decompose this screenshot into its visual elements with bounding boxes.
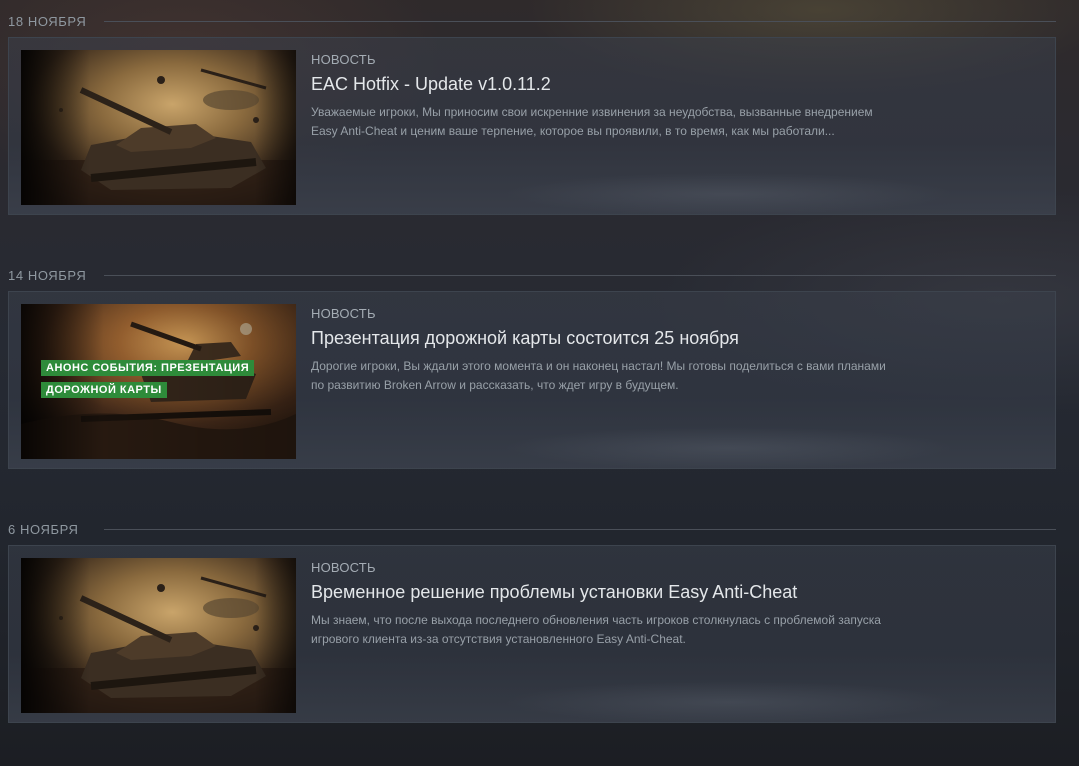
news-text: НОВОСТЬ EAC Hotfix - Update v1.0.11.2 Ув…	[311, 52, 911, 141]
news-thumbnail[interactable]	[21, 558, 296, 713]
news-title[interactable]: Временное решение проблемы установки Eas…	[311, 581, 911, 603]
news-tag: НОВОСТЬ	[311, 306, 376, 321]
date-label: 14 НОЯБРЯ	[8, 268, 87, 283]
date-label: 6 НОЯБРЯ	[8, 522, 79, 537]
news-group-nov-6: 6 НОЯБРЯ НОВОСТЬ Временное решение пробл…	[8, 522, 1056, 723]
news-group-nov-18: 18 НОЯБРЯ НОВОСТЬ EAC Hotfix - Update v1…	[8, 14, 1056, 215]
thumbnail-badge: АНОНС СОБЫТИЯ: ПРЕЗЕНТАЦИЯ	[41, 360, 255, 376]
news-text: НОВОСТЬ Презентация дорожной карты состо…	[311, 306, 911, 395]
news-tag: НОВОСТЬ	[311, 52, 376, 67]
date-header: 6 НОЯБРЯ	[8, 522, 1056, 542]
news-text: НОВОСТЬ Временное решение проблемы устан…	[311, 560, 911, 649]
news-group-nov-14: 14 НОЯБРЯ АНОНС СОБЫТИЯ: ПРЕЗЕНТАЦИЯ ДОР…	[8, 268, 1056, 469]
news-title[interactable]: Презентация дорожной карты состоится 25 …	[311, 327, 911, 349]
news-thumbnail[interactable]	[21, 50, 296, 205]
news-description: Дорогие игроки, Вы ждали этого момента и…	[311, 359, 886, 392]
date-divider	[104, 21, 1056, 22]
news-card[interactable]: АНОНС СОБЫТИЯ: ПРЕЗЕНТАЦИЯ ДОРОЖНОЙ КАРТ…	[8, 291, 1056, 469]
tank-artwork-image	[21, 50, 296, 205]
date-divider	[104, 275, 1056, 276]
date-header: 18 НОЯБРЯ	[8, 14, 1056, 34]
news-card[interactable]: НОВОСТЬ Временное решение проблемы устан…	[8, 545, 1056, 723]
date-header: 14 НОЯБРЯ	[8, 268, 1056, 288]
news-thumbnail[interactable]: АНОНС СОБЫТИЯ: ПРЕЗЕНТАЦИЯ ДОРОЖНОЙ КАРТ…	[21, 304, 296, 459]
thumbnail-badge: ДОРОЖНОЙ КАРТЫ	[41, 382, 167, 398]
date-label: 18 НОЯБРЯ	[8, 14, 87, 29]
date-divider	[104, 529, 1056, 530]
news-title[interactable]: EAC Hotfix - Update v1.0.11.2	[311, 73, 911, 95]
news-tag: НОВОСТЬ	[311, 560, 376, 575]
news-description: Уважаемые игроки, Мы приносим свои искре…	[311, 105, 873, 138]
news-card[interactable]: НОВОСТЬ EAC Hotfix - Update v1.0.11.2 Ув…	[8, 37, 1056, 215]
news-description: Мы знаем, что после выхода последнего об…	[311, 613, 881, 646]
tank-artwork-image	[21, 558, 296, 713]
